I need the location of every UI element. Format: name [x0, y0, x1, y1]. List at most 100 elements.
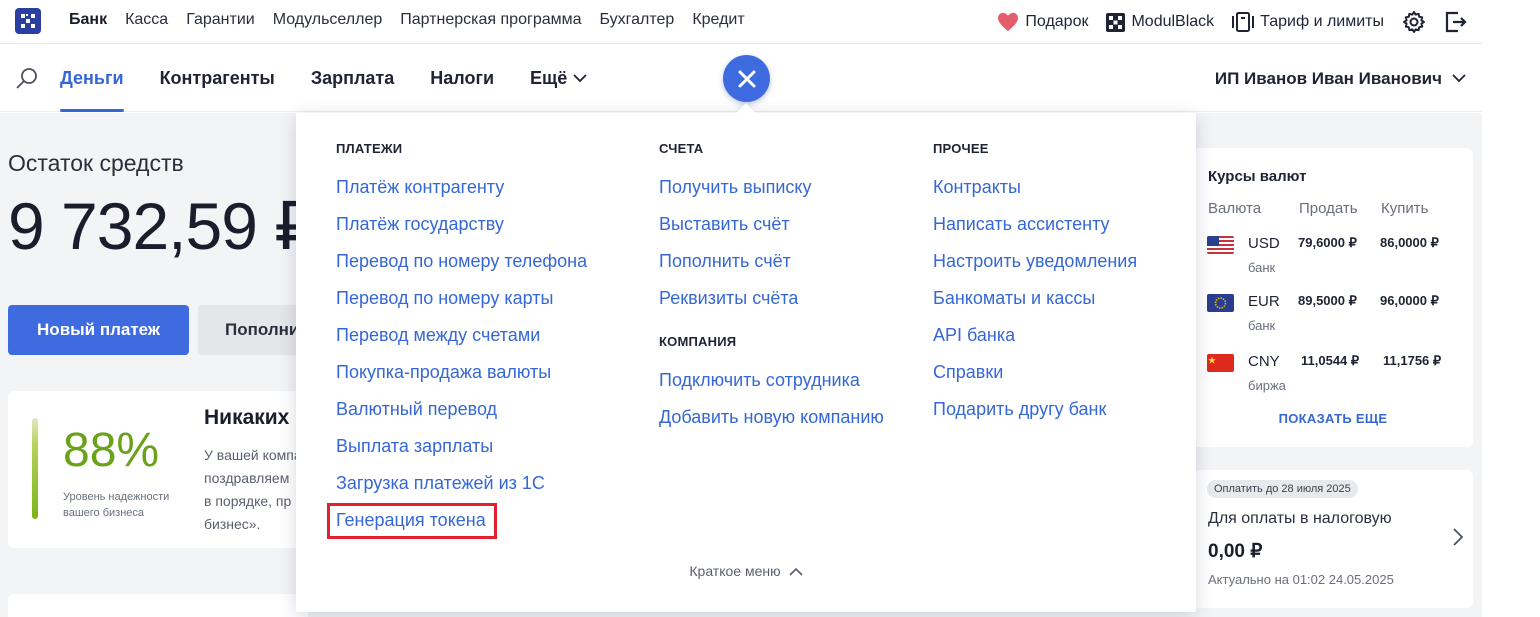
menu-link-payment-state[interactable]: Платёж государству [336, 213, 587, 250]
tariff-button[interactable]: Тариф и лимиты [1232, 12, 1384, 32]
menu-link-issue-invoice[interactable]: Выставить счёт [659, 213, 884, 250]
top-nav-bank[interactable]: Банк [69, 11, 107, 29]
heart-icon [997, 12, 1019, 32]
tax-updated: Актуально на 01:02 24.05.2025 [1208, 572, 1394, 587]
tab-more[interactable]: Ещё [530, 45, 587, 112]
menu-link-add-employee[interactable]: Подключить сотрудника [659, 369, 884, 406]
reliability-title: Никаких [204, 406, 290, 429]
rate-buy: 86,0000 ₽ [1380, 235, 1439, 250]
menu-link-salary-payout[interactable]: Выплата зарплаты [336, 435, 587, 472]
menu-link-contracts[interactable]: Контракты [933, 176, 1137, 213]
tax-due-badge: Оплатить до 28 июля 2025 [1207, 480, 1358, 498]
rate-currency: CNY [1248, 353, 1280, 370]
top-nav-modulseller[interactable]: Модульселлер [273, 11, 383, 29]
menu-link-topup-account[interactable]: Пополнить счёт [659, 250, 884, 287]
modulblack-icon [1106, 12, 1126, 32]
menu-column-accounts: СЧЕТА Получить выписку Выставить счёт По… [659, 141, 884, 443]
close-icon [738, 70, 756, 88]
menu-link-currency-exchange[interactable]: Покупка-продажа валюты [336, 361, 587, 398]
new-payment-button[interactable]: Новый платеж [8, 305, 189, 355]
top-bar: Банк Касса Гарантии Модульселлер Партнер… [0, 0, 1482, 44]
tax-title: Для оплаты в налоговую [1208, 510, 1392, 527]
menu-link-atms[interactable]: Банкоматы и кассы [933, 287, 1137, 324]
menu-link-assistant[interactable]: Написать ассистенту [933, 213, 1137, 250]
menu-section-title: СЧЕТА [659, 141, 704, 156]
tab-salary[interactable]: Зарплата [311, 45, 394, 112]
company-name: ИП Иванов Иван Иванович [1214, 68, 1442, 88]
logout-icon[interactable] [1444, 10, 1468, 34]
tab-money[interactable]: Деньги [60, 45, 124, 112]
top-right-actions: Подарок ModulBlack Тариф и лимиты [997, 0, 1482, 44]
rate-currency: EUR [1248, 293, 1280, 310]
menu-link-notifications[interactable]: Настроить уведомления [933, 250, 1137, 287]
reliability-card[interactable]: 88% Уровень надежности вашего бизнеса Ни… [8, 391, 314, 548]
topup-button[interactable]: Пополнить [198, 305, 308, 355]
currency-rates-card: Курсы валют Валюта Продать Купить USD ба… [1193, 148, 1473, 447]
modulblack-button[interactable]: ModulBlack [1106, 12, 1215, 32]
menu-section-title: КОМПАНИЯ [659, 334, 737, 349]
top-nav-partner-program[interactable]: Партнерская программа [400, 11, 581, 29]
top-nav-accountant[interactable]: Бухгалтер [600, 11, 675, 29]
settings-gear-icon[interactable] [1402, 10, 1426, 34]
tariff-label: Тариф и лимиты [1260, 13, 1384, 30]
rates-header-buy: Купить [1381, 200, 1429, 217]
rate-row: CNY биржа 11,0544 ₽ 11,1756 ₽ [1207, 351, 1457, 401]
chevron-up-icon [789, 567, 803, 576]
menu-link-certificates[interactable]: Справки [933, 361, 1137, 398]
menu-link-currency-transfer[interactable]: Валютный перевод [336, 398, 587, 435]
tab-taxes[interactable]: Налоги [430, 45, 494, 112]
tab-counterparties-label: Контрагенты [159, 68, 275, 88]
rate-source: биржа [1248, 378, 1286, 393]
us-flag-icon [1207, 236, 1234, 254]
modulblack-label: ModulBlack [1131, 13, 1215, 30]
short-menu-label: Краткое меню [689, 563, 781, 579]
show-more-rates-link[interactable]: ПОКАЗАТЬ ЕЩЕ [1193, 411, 1473, 426]
gift-label: Подарок [1025, 13, 1089, 30]
menu-column-other: ПРОЧЕЕ Контракты Написать ассистенту Нас… [933, 141, 1137, 435]
rate-source: банк [1248, 318, 1276, 333]
menu-link-transfer-accounts[interactable]: Перевод между счетами [336, 324, 587, 361]
top-nav: Банк Касса Гарантии Модульселлер Партнер… [69, 11, 763, 29]
main-nav: Деньги Контрагенты Зарплата Налоги Ещё И… [0, 45, 1482, 112]
bottom-card [8, 594, 308, 617]
chevron-right-icon[interactable] [1453, 528, 1464, 551]
menu-link-refer-friend[interactable]: Подарить другу банк [933, 398, 1137, 435]
rate-sell: 11,0544 ₽ [1301, 353, 1360, 368]
tax-payment-card[interactable]: Оплатить до 28 июля 2025 Для оплаты в на… [1193, 470, 1473, 608]
menu-link-transfer-card[interactable]: Перевод по номеру карты [336, 287, 587, 324]
reliability-percent: 88% [63, 424, 160, 477]
top-nav-guarantees[interactable]: Гарантии [186, 11, 255, 29]
tab-counterparties[interactable]: Контрагенты [160, 45, 275, 112]
rates-header-sell: Продать [1299, 200, 1358, 217]
bank-logo-icon[interactable] [15, 8, 41, 34]
menu-link-get-statement[interactable]: Получить выписку [659, 176, 884, 213]
menu-link-add-company[interactable]: Добавить новую компанию [659, 406, 884, 443]
balance-label: Остаток средств [8, 150, 184, 176]
close-menu-button[interactable] [723, 55, 770, 102]
company-selector[interactable]: ИП Иванов Иван Иванович [1215, 45, 1466, 112]
menu-link-transfer-phone[interactable]: Перевод по номеру телефона [336, 250, 587, 287]
tab-taxes-label: Налоги [430, 68, 495, 88]
rate-row: USD банк 79,6000 ₽ 86,0000 ₽ [1207, 233, 1457, 283]
search-icon[interactable] [15, 66, 39, 95]
top-nav-kassa[interactable]: Касса [125, 11, 168, 29]
tab-more-label: Ещё [530, 68, 568, 88]
menu-column-payments: ПЛАТЕЖИ Платёж контрагенту Платёж госуда… [336, 141, 587, 546]
top-nav-credit[interactable]: Кредит [692, 11, 744, 29]
tax-amount: 0,00 ₽ [1208, 541, 1263, 562]
rate-sell: 79,6000 ₽ [1298, 235, 1357, 250]
menu-section-title: ПЛАТЕЖИ [336, 141, 403, 156]
tab-money-label: Деньги [60, 68, 124, 88]
menu-link-payment-counterparty[interactable]: Платёж контрагенту [336, 176, 587, 213]
balance-value: 9 732,59 ₽ [8, 189, 316, 263]
tab-salary-label: Зарплата [310, 68, 395, 88]
rates-header-currency: Валюта [1208, 200, 1262, 217]
chevron-down-icon [1452, 74, 1466, 83]
short-menu-toggle[interactable]: Краткое меню [296, 563, 1196, 579]
reliability-caption: Уровень надежности вашего бизнеса [63, 491, 170, 519]
reliability-bar [32, 418, 38, 519]
gift-button[interactable]: Подарок [997, 12, 1088, 32]
menu-link-api[interactable]: API банка [933, 324, 1137, 361]
token-highlight-box [327, 503, 497, 539]
menu-link-account-details[interactable]: Реквизиты счёта [659, 287, 884, 324]
